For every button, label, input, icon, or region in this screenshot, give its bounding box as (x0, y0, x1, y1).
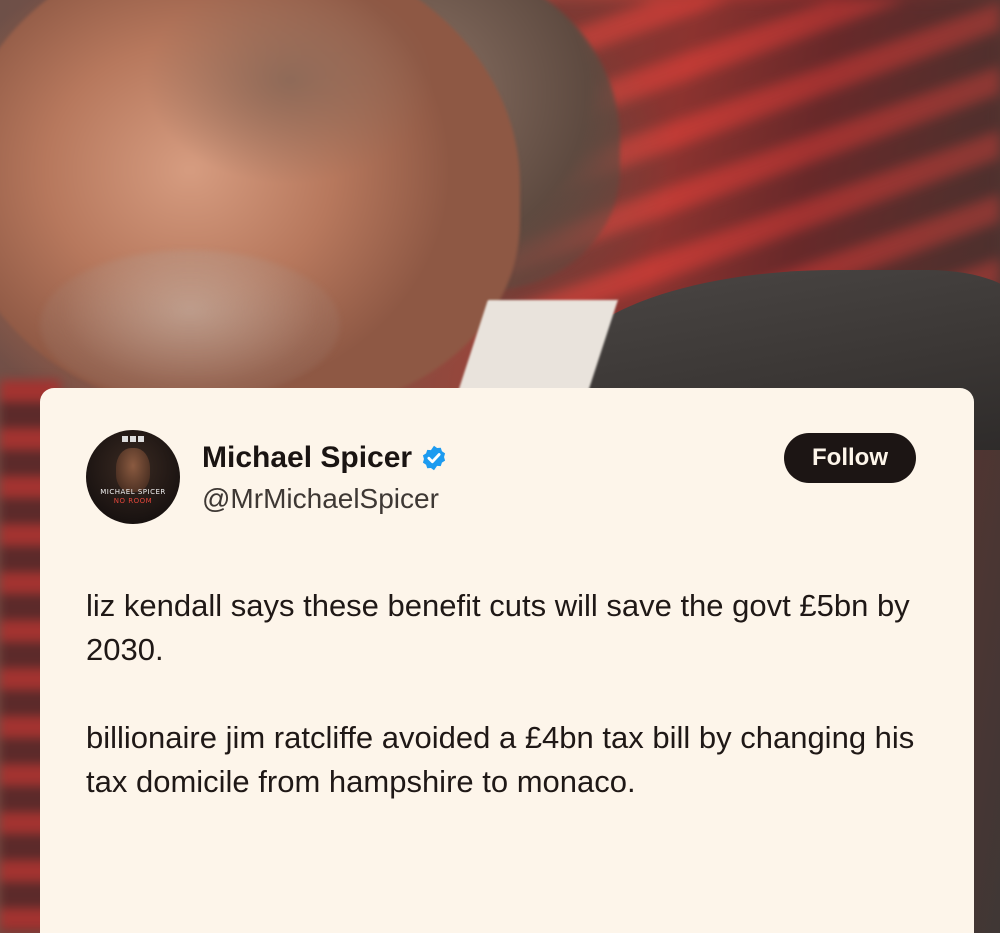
avatar[interactable]: MICHAEL SPICER NO ROOM (86, 430, 180, 524)
follow-button[interactable]: Follow (784, 433, 916, 483)
avatar-show-title: MICHAEL SPICER (100, 488, 166, 496)
bbc-logo-icon (122, 436, 144, 442)
verified-badge-icon (423, 445, 446, 471)
tweet-paragraph: liz kendall says these benefit cuts will… (86, 588, 910, 667)
display-name[interactable]: Michael Spicer (202, 440, 412, 476)
author-name-row: Michael Spicer (202, 440, 448, 476)
tweet-card: MICHAEL SPICER NO ROOM Michael Spicer @M… (40, 388, 974, 933)
tweet-body: liz kendall says these benefit cuts will… (86, 584, 946, 848)
avatar-show-subtitle: NO ROOM (113, 497, 153, 505)
tweet-paragraph: billionaire jim ratcliffe avoided a £4bn… (86, 720, 915, 799)
meme-image: MICHAEL SPICER NO ROOM Michael Spicer @M… (0, 0, 1000, 933)
beard (40, 250, 340, 400)
avatar-person (116, 448, 150, 492)
user-handle[interactable]: @MrMichaelSpicer (202, 482, 439, 516)
